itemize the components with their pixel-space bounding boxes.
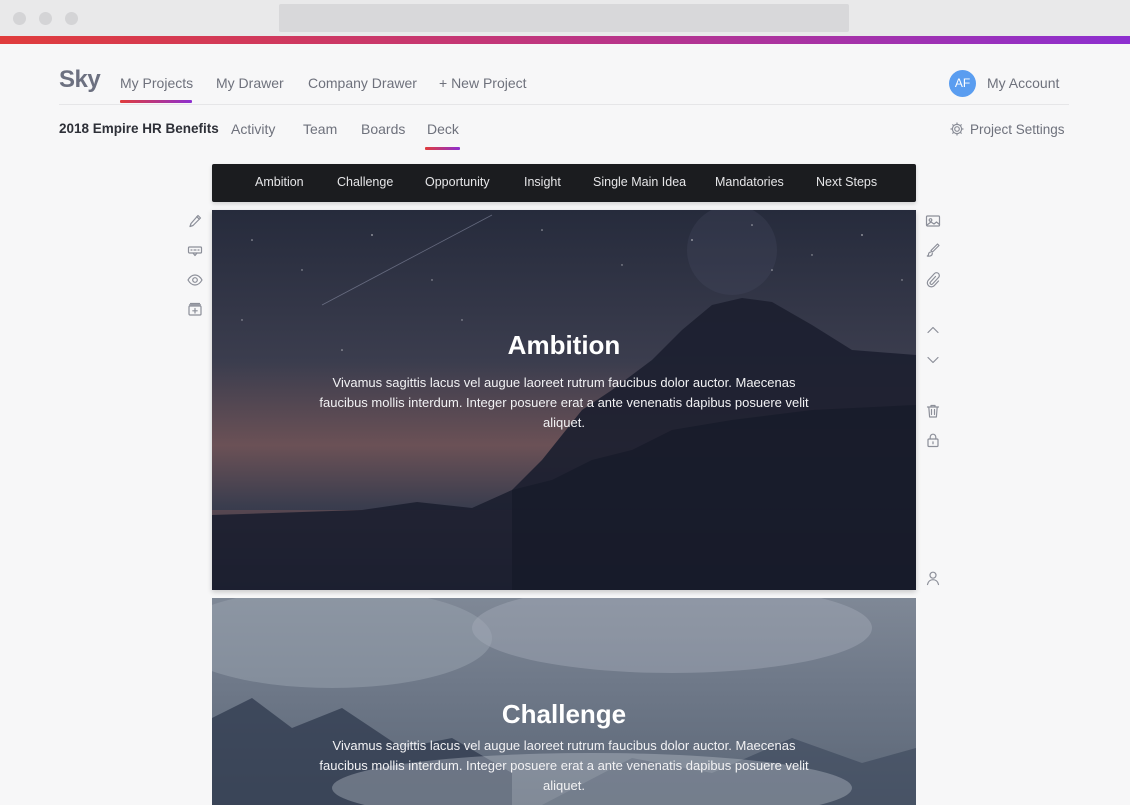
chevron-up-icon[interactable]	[924, 321, 942, 339]
caption-icon[interactable]	[186, 242, 204, 260]
nav-my-drawer[interactable]: My Drawer	[216, 75, 284, 91]
project-settings-label: Project Settings	[970, 121, 1065, 137]
tab-boards[interactable]: Boards	[361, 121, 405, 137]
slide-title: Ambition	[507, 330, 621, 360]
slide-title: Challenge	[501, 699, 627, 729]
window-minimize-dot[interactable]	[39, 12, 52, 25]
eye-icon[interactable]	[186, 271, 204, 289]
lock-icon[interactable]	[924, 431, 942, 449]
paperclip-icon[interactable]	[924, 271, 942, 289]
slide-challenge[interactable]: Challenge Vivamus sagittis lacus vel aug…	[212, 598, 916, 805]
image-icon[interactable]	[924, 212, 942, 230]
section-mandatories[interactable]: Mandatories	[715, 175, 784, 189]
brand-gradient-line	[0, 36, 1130, 44]
chevron-down-icon[interactable]	[924, 351, 942, 369]
section-ambition[interactable]: Ambition	[255, 175, 304, 189]
active-tab-indicator	[425, 147, 460, 150]
pencil-icon[interactable]	[186, 212, 204, 230]
browser-chrome	[0, 0, 1130, 36]
user-icon[interactable]	[924, 569, 942, 587]
nav-new-project[interactable]: + New Project	[439, 75, 527, 91]
slide-ambition[interactable]: Ambition Vivamus sagittis lacus vel augu…	[212, 210, 916, 590]
section-next-steps[interactable]: Next Steps	[816, 175, 877, 189]
slide-body: Vivamus sagittis lacus vel augue laoreet…	[319, 375, 809, 430]
section-opportunity[interactable]: Opportunity	[425, 175, 490, 189]
section-single-main-idea[interactable]: Single Main Idea	[593, 175, 686, 189]
active-nav-indicator	[120, 100, 192, 103]
section-insight[interactable]: Insight	[524, 175, 561, 189]
address-bar[interactable]	[279, 4, 849, 32]
gear-icon	[949, 121, 965, 137]
window-close-dot[interactable]	[13, 12, 26, 25]
avatar[interactable]: AF	[949, 70, 976, 97]
slide-body: Vivamus sagittis lacus vel augue laoreet…	[319, 738, 809, 793]
archive-add-icon[interactable]	[186, 300, 204, 318]
window-maximize-dot[interactable]	[65, 12, 78, 25]
my-account-link[interactable]: My Account	[987, 75, 1059, 91]
section-challenge[interactable]: Challenge	[337, 175, 393, 189]
header-divider	[59, 104, 1069, 105]
deck-section-bar: Ambition Challenge Opportunity Insight S…	[212, 164, 916, 202]
project-title: 2018 Empire HR Benefits	[59, 121, 219, 136]
tab-team[interactable]: Team	[303, 121, 337, 137]
brush-icon[interactable]	[924, 241, 942, 259]
nav-my-projects[interactable]: My Projects	[120, 75, 193, 91]
trash-icon[interactable]	[924, 402, 942, 420]
app-logo[interactable]: Sky	[59, 66, 101, 94]
tab-activity[interactable]: Activity	[231, 121, 275, 137]
tab-deck[interactable]: Deck	[427, 121, 459, 137]
project-settings-button[interactable]: Project Settings	[949, 120, 1065, 138]
nav-company-drawer[interactable]: Company Drawer	[308, 75, 417, 91]
